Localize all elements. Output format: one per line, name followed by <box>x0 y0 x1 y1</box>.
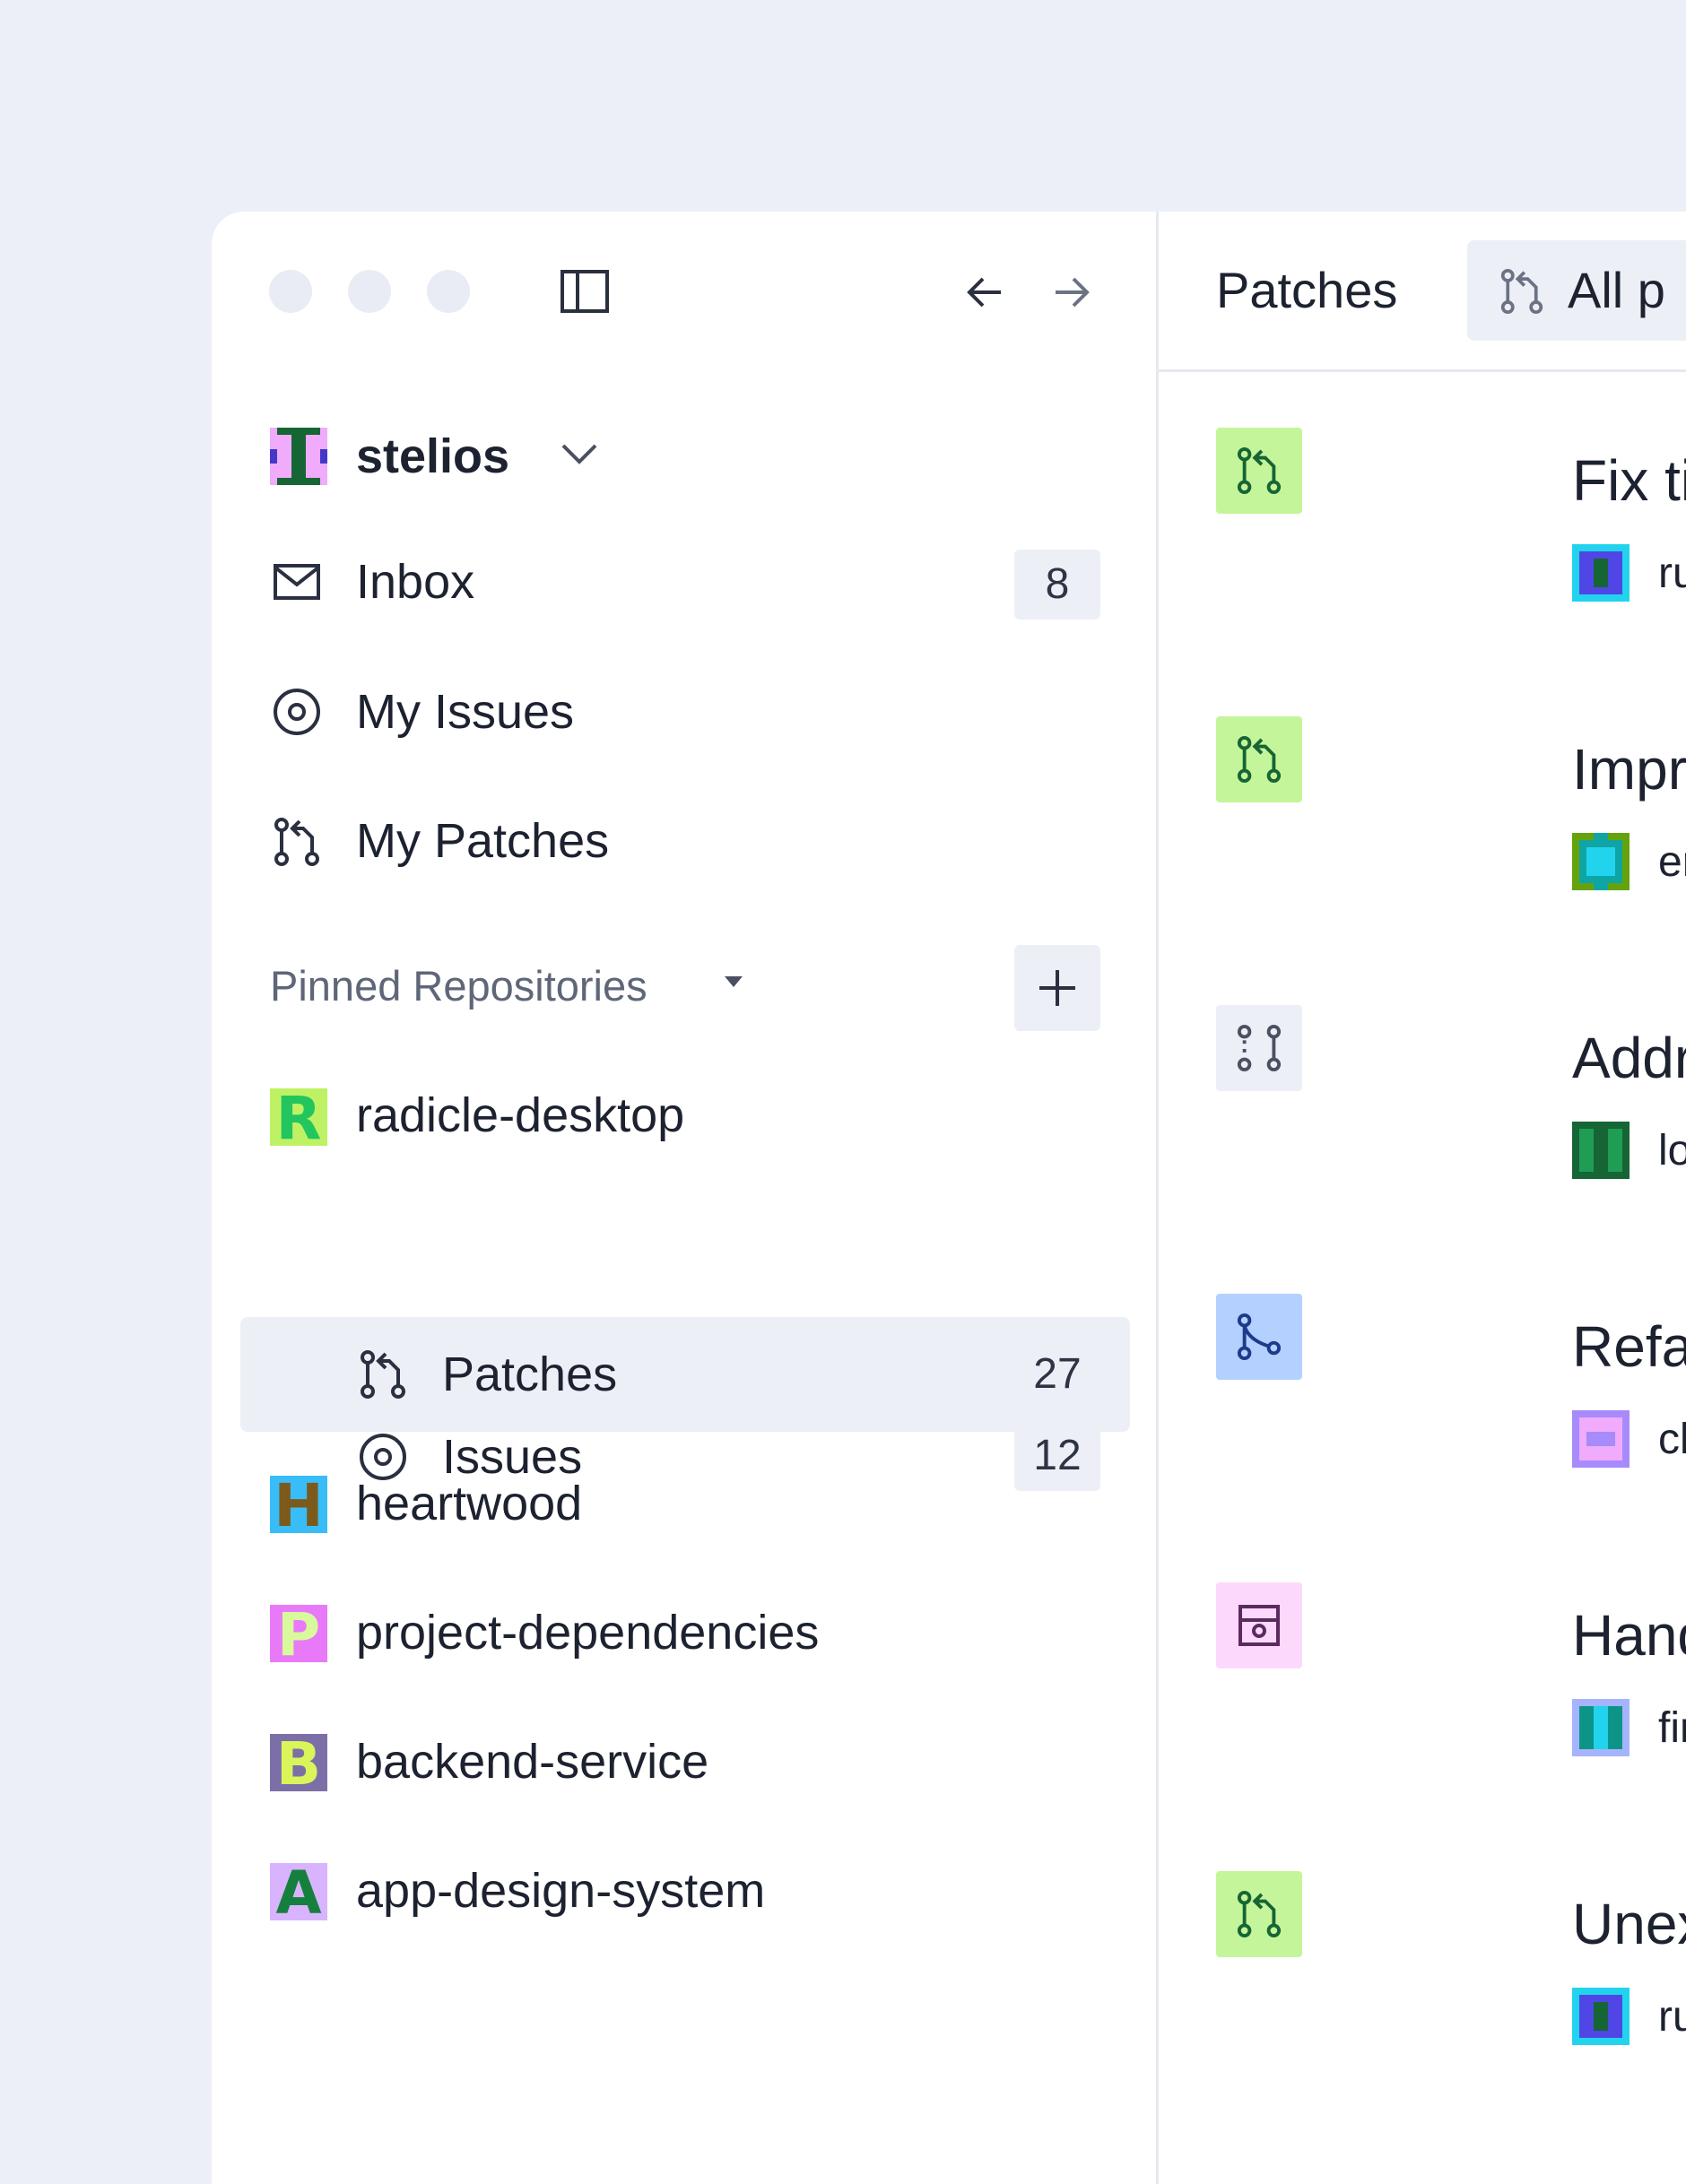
window-minimize-button[interactable] <box>348 270 391 313</box>
pinned-repositories-label: Pinned Repositories <box>270 962 647 1010</box>
patch-icon <box>273 818 321 866</box>
nav-item-label: My Patches <box>356 814 610 868</box>
patch-open-icon <box>1236 1891 1282 1937</box>
patch-meta: fintohaps op <box>1658 1701 1686 1755</box>
page-title: Patches <box>1216 262 1398 318</box>
patch-meta: rudolfs com <box>1658 1989 1686 2044</box>
svg-text:B: B <box>276 1734 321 1791</box>
patch-title: Address edg <box>1572 1026 1686 1090</box>
patch-title: Fix timestar <box>1572 448 1686 513</box>
svg-text:P: P <box>277 1605 320 1662</box>
patch-author[interactable]: rudolfs <box>1658 1993 1686 2041</box>
author-avatar <box>1572 1988 1630 2045</box>
patch-meta: lorenz comr <box>1658 1123 1686 1178</box>
patch-icon <box>359 1350 407 1399</box>
window-maximize-button[interactable] <box>427 270 470 313</box>
sidebar: stelios Inbox 8 My Issues My Patches Pin… <box>212 212 1159 2184</box>
sidebar-toggle-icon[interactable] <box>560 269 610 314</box>
nav-item-label: Inbox <box>356 555 475 609</box>
patch-author[interactable]: cloudhead <box>1658 1416 1686 1463</box>
patch-meta: rudolfs oper <box>1658 546 1686 601</box>
plus-icon <box>1038 968 1077 1008</box>
user-avatar[interactable] <box>270 428 327 485</box>
repo-avatar: A <box>270 1863 327 1920</box>
main-panel: Patches All p Fix timestar <box>1159 212 1686 2184</box>
chevron-down-icon[interactable] <box>560 440 599 467</box>
repo-name: app-design-system <box>356 1864 766 1918</box>
patches-count: 27 <box>1033 1350 1082 1398</box>
patch-filter-dropdown[interactable]: All p <box>1467 240 1686 341</box>
patch-meta: erikli opene <box>1658 835 1686 889</box>
add-repository-button[interactable] <box>1014 945 1100 1031</box>
repo-avatar: P <box>270 1605 327 1662</box>
patch-author[interactable]: fintohaps <box>1658 1704 1686 1752</box>
filter-label: All p <box>1568 262 1665 318</box>
patch-status-badge <box>1216 428 1302 514</box>
patch-status-badge <box>1216 716 1302 802</box>
patch-author[interactable]: erikli <box>1658 838 1686 886</box>
author-avatar <box>1572 544 1630 602</box>
patch-status-badge <box>1216 1005 1302 1091</box>
repo-avatar: B <box>270 1734 327 1791</box>
patch-meta: cloudhead r <box>1658 1412 1686 1467</box>
svg-text:H: H <box>274 1476 323 1533</box>
repo-name: radicle-desktop <box>356 1088 685 1142</box>
author-avatar <box>1572 1699 1630 1756</box>
patch-open-icon <box>1236 736 1282 783</box>
main-header: Patches All p <box>1159 212 1686 372</box>
svg-text:R: R <box>276 1088 322 1146</box>
repo-name: backend-service <box>356 1735 709 1789</box>
issue-icon <box>273 688 321 736</box>
patch-icon <box>1499 269 1544 314</box>
patch-status-badge <box>1216 1582 1302 1668</box>
repo-avatar: H <box>270 1476 327 1533</box>
patch-status-badge <box>1216 1294 1302 1380</box>
patch-title: Refactor dat <box>1572 1314 1686 1379</box>
repo-name: project-dependencies <box>356 1606 820 1660</box>
patch-merged-icon <box>1236 1313 1282 1360</box>
patch-archived-icon <box>1238 1604 1281 1647</box>
patch-author[interactable]: lorenz <box>1658 1127 1686 1174</box>
window-close-button[interactable] <box>269 270 312 313</box>
subitem-label: Patches <box>442 1348 618 1401</box>
author-avatar <box>1572 833 1630 890</box>
patch-author[interactable]: rudolfs <box>1658 550 1686 597</box>
nav-item-label: My Issues <box>356 685 575 739</box>
patch-draft-icon <box>1236 1025 1282 1071</box>
mail-icon <box>273 563 321 601</box>
author-avatar <box>1572 1410 1630 1468</box>
app-window: stelios Inbox 8 My Issues My Patches Pin… <box>212 212 1686 2184</box>
author-avatar <box>1572 1122 1630 1179</box>
svg-text:A: A <box>275 1863 321 1920</box>
issue-icon <box>359 1433 407 1481</box>
patch-status-badge <box>1216 1871 1302 1957</box>
caret-down-icon[interactable] <box>725 976 743 989</box>
inbox-count-badge: 8 <box>1014 550 1100 620</box>
patch-open-icon <box>1236 447 1282 494</box>
user-name[interactable]: stelios <box>356 428 509 485</box>
arrow-left-icon[interactable] <box>965 274 1004 310</box>
repo-avatar: R <box>270 1088 327 1146</box>
patch-title: Improve dat <box>1572 737 1686 802</box>
patch-title: Handle amb <box>1572 1603 1686 1668</box>
repo-name: heartwood <box>356 1477 583 1530</box>
arrow-right-icon[interactable] <box>1052 274 1091 310</box>
patch-title: Unexpected <box>1572 1892 1686 1956</box>
